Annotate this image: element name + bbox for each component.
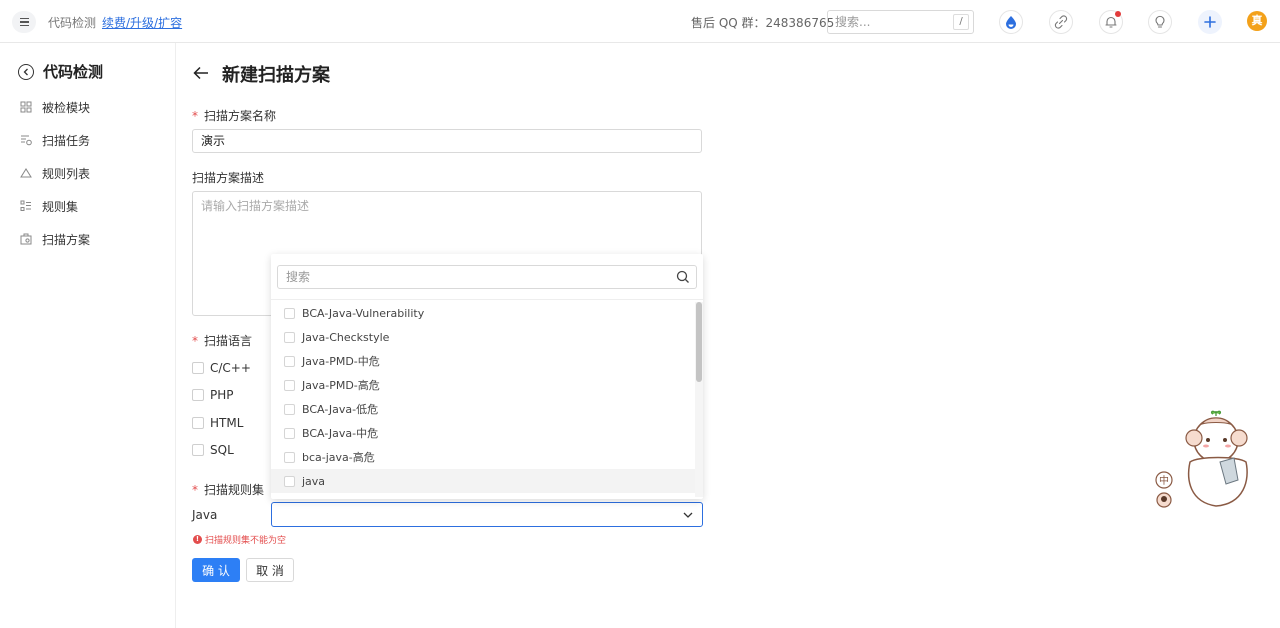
chevron-down-icon xyxy=(683,512,693,518)
checkbox[interactable] xyxy=(192,444,204,456)
menu-icon[interactable] xyxy=(12,11,36,33)
dropdown-option[interactable]: java xyxy=(271,469,695,493)
language-option-html[interactable]: HTML xyxy=(192,416,243,430)
global-search[interactable]: / xyxy=(827,10,974,34)
scheme-name-input[interactable]: 演示 xyxy=(192,129,702,153)
dropdown-option[interactable]: BCA-Java-中危 xyxy=(271,421,695,445)
checkbox[interactable] xyxy=(284,331,295,343)
checkbox[interactable] xyxy=(284,427,295,439)
qq-group-text: 售后 QQ 群：248386765 xyxy=(691,16,835,30)
notification-dot xyxy=(1115,11,1121,17)
task-list-icon xyxy=(20,134,32,146)
mascot-illustration[interactable]: 中 xyxy=(1150,410,1280,510)
sidebar-item-label: 规则集 xyxy=(42,199,79,214)
checkbox[interactable] xyxy=(284,451,295,463)
dropdown-search-input[interactable] xyxy=(286,266,656,288)
checkbox[interactable] xyxy=(284,307,295,319)
checkbox[interactable] xyxy=(284,379,295,391)
upgrade-link[interactable]: 续费/升级/扩容 xyxy=(102,14,182,31)
sidebar-title: 代码检测 xyxy=(43,63,104,81)
top-bar: 代码检测 续费/升级/扩容 售后 QQ 群：248386765 / 真 xyxy=(0,0,1280,43)
checkbox[interactable] xyxy=(192,362,204,374)
ruleset-field-label: * 扫描规则集 xyxy=(192,483,265,497)
avatar[interactable]: 真 xyxy=(1247,11,1267,31)
bulb-icon[interactable] xyxy=(1148,10,1172,34)
required-mark: * xyxy=(192,109,198,123)
mascot-badge: 中 xyxy=(1159,474,1169,487)
search-shortcut-key: / xyxy=(953,14,969,30)
page-header: 新建扫描方案 xyxy=(193,61,330,87)
search-icon xyxy=(676,270,689,283)
name-field-label: * 扫描方案名称 xyxy=(192,109,277,123)
rule-icon xyxy=(20,167,32,179)
sidebar-item-tasks[interactable]: 扫描任务 xyxy=(20,130,90,150)
sidebar-item-label: 规则列表 xyxy=(42,166,91,181)
error-icon: ! xyxy=(193,535,202,544)
required-mark: * xyxy=(192,483,198,497)
dropdown-option[interactable]: Java-PMD-中危 xyxy=(271,349,695,373)
sidebar-item-label: 被检模块 xyxy=(42,100,91,115)
language-field-label: * 扫描语言 xyxy=(192,334,253,348)
global-search-input[interactable] xyxy=(835,11,945,33)
sidebar-item-label: 扫描方案 xyxy=(42,232,91,247)
sidebar: 代码检测 被检模块 扫描任务 规则列表 规则集 扫描方案 xyxy=(0,43,176,628)
link-icon[interactable] xyxy=(1049,10,1073,34)
checkbox[interactable] xyxy=(284,475,295,487)
dropdown-option[interactable]: BCA-Java-低危 xyxy=(271,397,695,421)
scrollbar-thumb[interactable] xyxy=(696,302,702,382)
language-option-cpp[interactable]: C/C++ xyxy=(192,361,251,375)
dropdown-option[interactable]: BCA-Java-Vulnerability xyxy=(271,301,695,325)
language-option-sql[interactable]: SQL xyxy=(192,443,234,457)
sidebar-item-schemes[interactable]: 扫描方案 xyxy=(20,229,90,249)
sidebar-item-rulesets[interactable]: 规则集 xyxy=(20,196,78,216)
sidebar-item-modules[interactable]: 被检模块 xyxy=(20,97,90,117)
app-title: 代码检测 xyxy=(48,16,97,30)
dropdown-search[interactable] xyxy=(277,265,697,289)
back-circle-icon[interactable] xyxy=(18,63,34,80)
back-arrow-icon[interactable] xyxy=(193,66,209,83)
checkbox[interactable] xyxy=(192,389,204,401)
ruleset-dropdown: BCA-Java-Vulnerability Java-Checkstyle J… xyxy=(271,254,703,499)
page-title: 新建扫描方案 xyxy=(222,65,330,86)
droplet-icon[interactable] xyxy=(999,10,1023,34)
required-mark: * xyxy=(192,334,198,348)
scheme-icon xyxy=(20,233,32,245)
ruleset-select[interactable] xyxy=(271,502,703,527)
dropdown-option-list: BCA-Java-Vulnerability Java-Checkstyle J… xyxy=(271,301,695,497)
dropdown-scrollbar[interactable] xyxy=(695,302,703,497)
sidebar-item-rules[interactable]: 规则列表 xyxy=(20,163,90,183)
language-option-php[interactable]: PHP xyxy=(192,388,234,402)
dropdown-divider xyxy=(271,299,703,300)
dropdown-option[interactable]: Java-PMD-高危 xyxy=(271,373,695,397)
ruleset-icon xyxy=(20,200,32,212)
dropdown-option[interactable]: bca-java-高危 xyxy=(271,445,695,469)
grid-icon xyxy=(20,101,32,113)
dropdown-option[interactable]: Java-Checkstyle xyxy=(271,325,695,349)
confirm-button[interactable]: 确 认 xyxy=(192,558,240,582)
checkbox[interactable] xyxy=(192,417,204,429)
sidebar-header: 代码检测 xyxy=(18,61,103,82)
ruleset-error-message: ! 扫描规则集不能为空 xyxy=(193,533,286,546)
sidebar-item-label: 扫描任务 xyxy=(42,133,91,148)
desc-field-label: 扫描方案描述 xyxy=(192,171,265,185)
cancel-button[interactable]: 取 消 xyxy=(246,558,294,582)
ruleset-language-label: Java xyxy=(192,508,218,522)
bell-icon[interactable] xyxy=(1099,10,1123,34)
plus-icon[interactable] xyxy=(1198,10,1222,34)
checkbox[interactable] xyxy=(284,355,295,367)
checkbox[interactable] xyxy=(284,403,295,415)
